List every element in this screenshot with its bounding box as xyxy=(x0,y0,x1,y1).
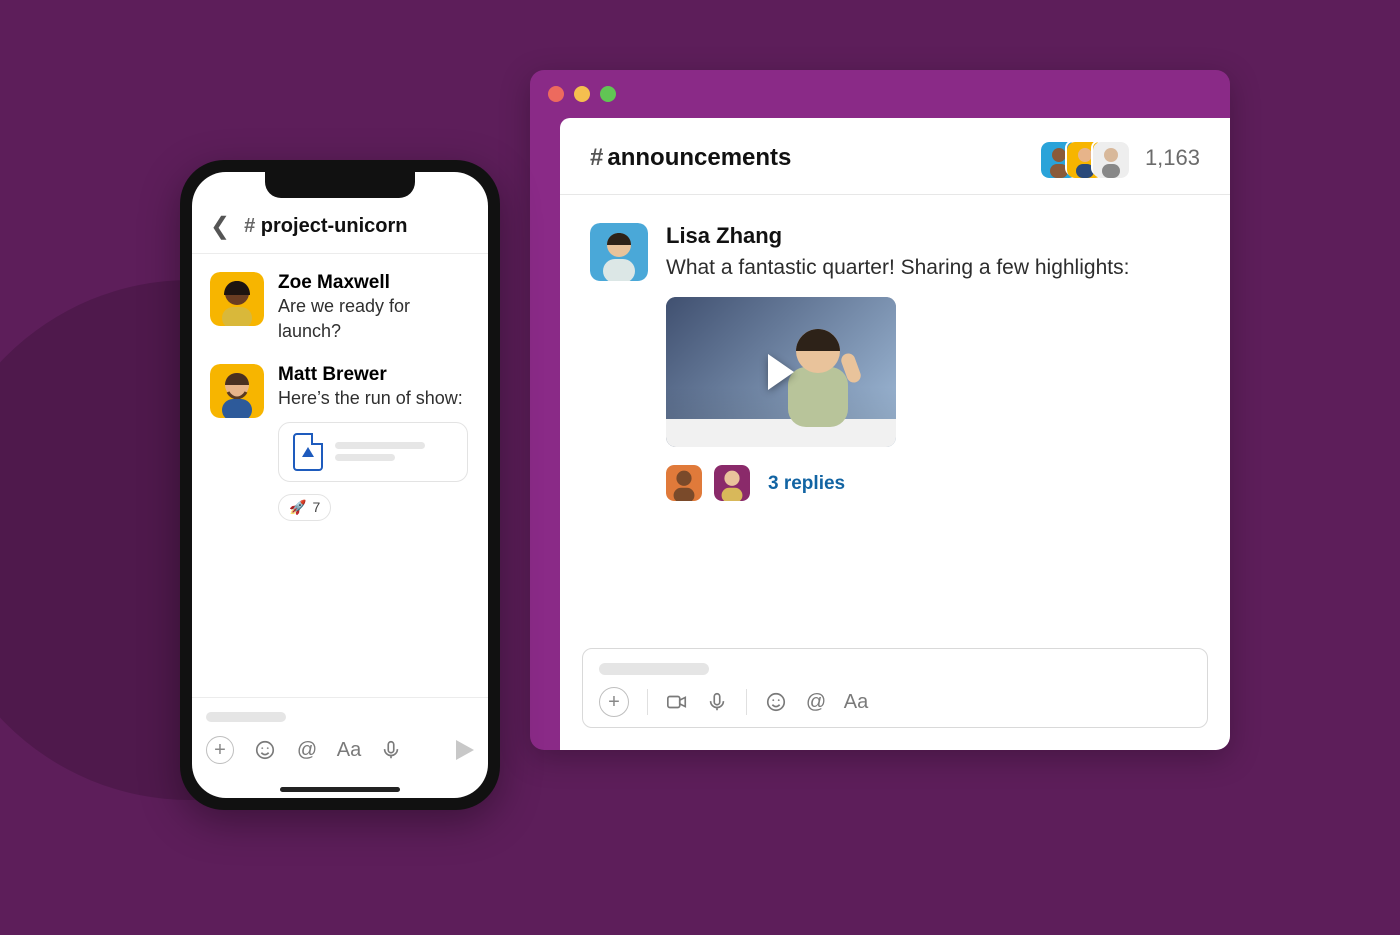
format-icon[interactable]: Aa xyxy=(845,691,867,713)
reaction-count: 7 xyxy=(312,499,320,515)
hash-icon: # xyxy=(244,215,255,237)
video-attachment[interactable] xyxy=(666,297,896,447)
divider xyxy=(746,689,747,715)
desktop-window: #announcements 1,163 xyxy=(530,70,1230,750)
mobile-message: Zoe Maxwell Are we ready for launch? xyxy=(192,254,488,346)
emoji-icon[interactable] xyxy=(765,691,787,713)
mobile-channel-name: project-unicorn xyxy=(261,215,408,237)
message-author: Zoe Maxwell xyxy=(278,272,470,294)
member-avatar xyxy=(1091,140,1127,176)
phone-screen: ❮ # project-unicorn Zoe Maxwell Are we r… xyxy=(192,172,488,798)
mobile-message: Matt Brewer Here’s the run of show: 🚀 7 xyxy=(192,346,488,522)
mobile-composer[interactable]: + @ Aa xyxy=(192,697,488,798)
channel-title[interactable]: #announcements xyxy=(590,144,791,172)
reply-avatar xyxy=(714,465,752,503)
back-icon[interactable]: ❮ xyxy=(210,212,230,241)
replies-link[interactable]: 3 replies xyxy=(768,473,845,495)
channel-name-text: announcements xyxy=(607,144,791,171)
mic-icon[interactable] xyxy=(380,739,402,761)
rocket-emoji: 🚀 xyxy=(289,499,306,516)
channel-members[interactable]: 1,163 xyxy=(1049,140,1200,176)
message-composer[interactable]: + @ Aa xyxy=(582,648,1208,728)
send-icon[interactable] xyxy=(456,740,474,760)
mic-icon[interactable] xyxy=(706,691,728,713)
file-icon xyxy=(293,433,323,471)
phone-device: ❮ # project-unicorn Zoe Maxwell Are we r… xyxy=(180,160,500,810)
attach-button[interactable]: + xyxy=(599,687,629,717)
window-minimize-dot[interactable] xyxy=(574,86,590,102)
emoji-icon[interactable] xyxy=(254,739,276,761)
attach-button[interactable]: + xyxy=(206,736,234,764)
divider xyxy=(647,689,648,715)
member-count: 1,163 xyxy=(1145,145,1200,171)
window-maximize-dot[interactable] xyxy=(600,86,616,102)
message-text: Here’s the run of show: xyxy=(278,386,468,411)
message-text: Are we ready for launch? xyxy=(278,294,470,344)
format-icon[interactable]: Aa xyxy=(338,739,360,761)
window-close-dot[interactable] xyxy=(548,86,564,102)
author-avatar[interactable] xyxy=(590,223,648,281)
composer-placeholder xyxy=(599,663,709,675)
member-avatar-stack xyxy=(1049,140,1127,176)
reaction-chip[interactable]: 🚀 7 xyxy=(278,494,331,521)
author-avatar[interactable] xyxy=(210,272,264,326)
reply-avatar xyxy=(666,465,704,503)
home-indicator xyxy=(280,787,400,792)
thread-row[interactable]: 3 replies xyxy=(666,465,1200,503)
author-avatar[interactable] xyxy=(210,364,264,418)
play-icon xyxy=(768,354,794,390)
mobile-channel-title[interactable]: # project-unicorn xyxy=(244,215,407,238)
message-author: Lisa Zhang xyxy=(666,223,1200,249)
desktop-panel: #announcements 1,163 xyxy=(560,118,1230,750)
window-titlebar xyxy=(530,70,1230,118)
hash-icon: # xyxy=(590,144,603,171)
composer-placeholder xyxy=(206,712,286,722)
mention-icon[interactable]: @ xyxy=(296,739,318,761)
message: Lisa Zhang What a fantastic quarter! Sha… xyxy=(560,195,1230,513)
file-attachment[interactable] xyxy=(278,422,468,482)
video-icon[interactable] xyxy=(666,691,688,713)
message-author: Matt Brewer xyxy=(278,364,468,386)
message-text: What a fantastic quarter! Sharing a few … xyxy=(666,253,1200,283)
mention-icon[interactable]: @ xyxy=(805,691,827,713)
phone-notch xyxy=(265,172,415,198)
file-meta-placeholder xyxy=(335,437,425,466)
channel-header: #announcements 1,163 xyxy=(560,118,1230,195)
